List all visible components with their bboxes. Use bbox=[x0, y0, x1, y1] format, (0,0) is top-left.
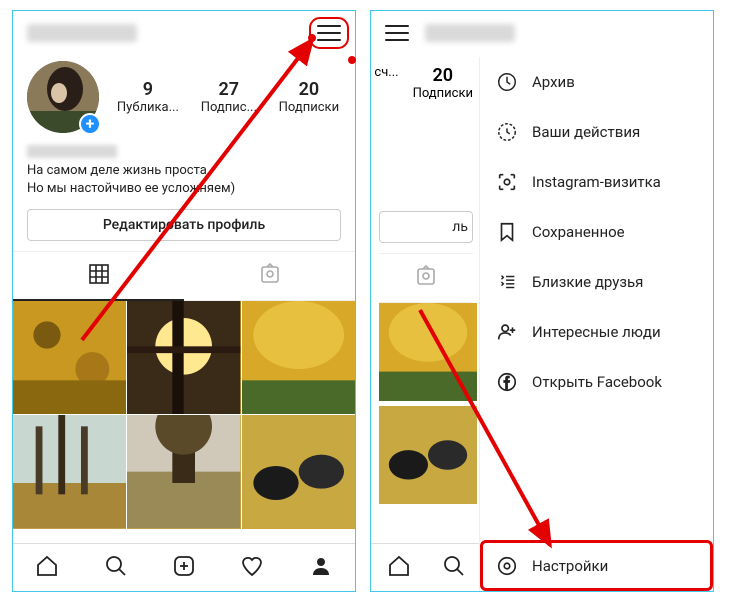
tagged-icon bbox=[414, 264, 438, 288]
username-blurred bbox=[27, 24, 137, 42]
heart-icon bbox=[240, 554, 264, 578]
home-icon bbox=[35, 554, 59, 578]
post-thumbnail[interactable] bbox=[127, 415, 240, 528]
tab-tagged[interactable] bbox=[184, 252, 355, 300]
edit-profile-partial[interactable]: ль bbox=[379, 211, 473, 243]
menu-activity[interactable]: Ваши действия bbox=[480, 107, 713, 157]
profile-icon bbox=[309, 554, 333, 578]
close-friends-icon bbox=[496, 271, 518, 293]
profile-screen: + 9 Публика... 27 Подпис... 20 Подписки … bbox=[12, 10, 356, 592]
add-story-icon[interactable]: + bbox=[79, 113, 101, 135]
side-menu: Архив Ваши действия Instagram-визитка Со… bbox=[479, 57, 713, 591]
nav-home[interactable] bbox=[387, 554, 411, 582]
stat-following-label: Подписки bbox=[279, 100, 339, 115]
post-thumbnail[interactable] bbox=[242, 415, 355, 528]
menu-archive[interactable]: Архив bbox=[480, 57, 713, 107]
avatar[interactable]: + bbox=[27, 61, 99, 133]
discover-people-icon bbox=[496, 321, 518, 343]
stat-posts-count: 9 bbox=[117, 79, 179, 100]
nav-profile[interactable] bbox=[309, 554, 333, 582]
post-thumbnail[interactable] bbox=[379, 406, 477, 508]
tagged-icon bbox=[258, 262, 282, 286]
header bbox=[13, 11, 355, 55]
menu-label: Открыть Facebook bbox=[532, 373, 662, 391]
menu-facebook[interactable]: Открыть Facebook bbox=[480, 357, 713, 407]
partial-content: сч... 20 Подписки ль bbox=[371, 55, 481, 510]
tab-grid[interactable] bbox=[13, 252, 184, 300]
menu-nametag[interactable]: Instagram-визитка bbox=[480, 157, 713, 207]
menu-label: Сохраненное bbox=[532, 223, 625, 241]
posts-grid bbox=[13, 301, 355, 529]
menu-saved[interactable]: Сохраненное bbox=[480, 207, 713, 257]
nav-home[interactable] bbox=[35, 554, 59, 582]
stat-followers[interactable]: 27 Подпис... bbox=[201, 79, 257, 115]
grid-icon bbox=[87, 262, 111, 286]
username-blurred bbox=[425, 24, 515, 42]
menu-label: Близкие друзья bbox=[532, 273, 643, 291]
hamburger-menu-icon[interactable] bbox=[317, 25, 341, 41]
hamburger-menu-icon[interactable] bbox=[385, 25, 409, 41]
add-post-icon bbox=[172, 554, 196, 578]
stat-followers-count: 27 bbox=[201, 79, 257, 100]
display-name-blurred bbox=[27, 145, 117, 158]
stat-label: Подписки bbox=[413, 86, 473, 101]
stats-row: + 9 Публика... 27 Подпис... 20 Подписки bbox=[13, 55, 355, 137]
profile-tabs bbox=[13, 251, 355, 301]
nav-search[interactable] bbox=[104, 554, 128, 582]
menu-label: Настройки bbox=[532, 557, 608, 575]
menu-screen: сч... 20 Подписки ль Архив Ваши действия… bbox=[370, 10, 714, 592]
archive-icon bbox=[496, 71, 518, 93]
stat-label: сч... bbox=[374, 65, 398, 80]
search-icon bbox=[104, 554, 128, 578]
menu-discover[interactable]: Интересные люди bbox=[480, 307, 713, 357]
menu-label: Архив bbox=[532, 73, 575, 91]
menu-close-friends[interactable]: Близкие друзья bbox=[480, 257, 713, 307]
nav-activity[interactable] bbox=[240, 554, 264, 582]
search-icon bbox=[442, 554, 466, 578]
stat-following[interactable]: 20 Подписки bbox=[279, 79, 339, 115]
bottom-nav bbox=[371, 543, 481, 591]
stat-partial: сч... bbox=[374, 65, 398, 101]
stat-following[interactable]: 20 Подписки bbox=[413, 65, 473, 101]
settings-icon bbox=[496, 555, 518, 577]
post-thumbnail[interactable] bbox=[242, 301, 355, 414]
bookmark-icon bbox=[496, 221, 518, 243]
menu-label: Instagram-визитка bbox=[532, 173, 661, 191]
activity-icon bbox=[496, 121, 518, 143]
stat-posts-label: Публика... bbox=[117, 100, 179, 115]
stat-count: 20 bbox=[413, 65, 473, 86]
stats: 9 Публика... 27 Подпис... 20 Подписки bbox=[115, 79, 341, 115]
bio-line-1: На самом деле жизнь проста. bbox=[27, 162, 341, 180]
stat-posts[interactable]: 9 Публика... bbox=[117, 79, 179, 115]
post-thumbnail[interactable] bbox=[13, 301, 126, 414]
post-thumbnail[interactable] bbox=[13, 415, 126, 528]
menu-settings[interactable]: Настройки bbox=[480, 540, 713, 591]
edit-profile-button[interactable]: Редактировать профиль bbox=[27, 209, 341, 241]
bio: На самом деле жизнь проста. Но мы настой… bbox=[13, 137, 355, 209]
bottom-nav bbox=[13, 543, 355, 591]
post-thumbnail[interactable] bbox=[127, 301, 240, 414]
home-icon bbox=[387, 554, 411, 578]
nametag-icon bbox=[496, 171, 518, 193]
stat-following-count: 20 bbox=[279, 79, 339, 100]
bio-line-2: Но мы настойчиво ее усложняем) bbox=[27, 180, 341, 198]
menu-label: Ваши действия bbox=[532, 123, 640, 141]
menu-label: Интересные люди bbox=[532, 323, 661, 341]
nav-add[interactable] bbox=[172, 554, 196, 582]
nav-search[interactable] bbox=[442, 554, 466, 582]
post-thumbnail[interactable] bbox=[379, 303, 477, 405]
stat-followers-label: Подпис... bbox=[201, 100, 257, 115]
header bbox=[371, 11, 713, 55]
facebook-icon bbox=[496, 371, 518, 393]
tab-tagged-partial[interactable] bbox=[379, 253, 473, 303]
